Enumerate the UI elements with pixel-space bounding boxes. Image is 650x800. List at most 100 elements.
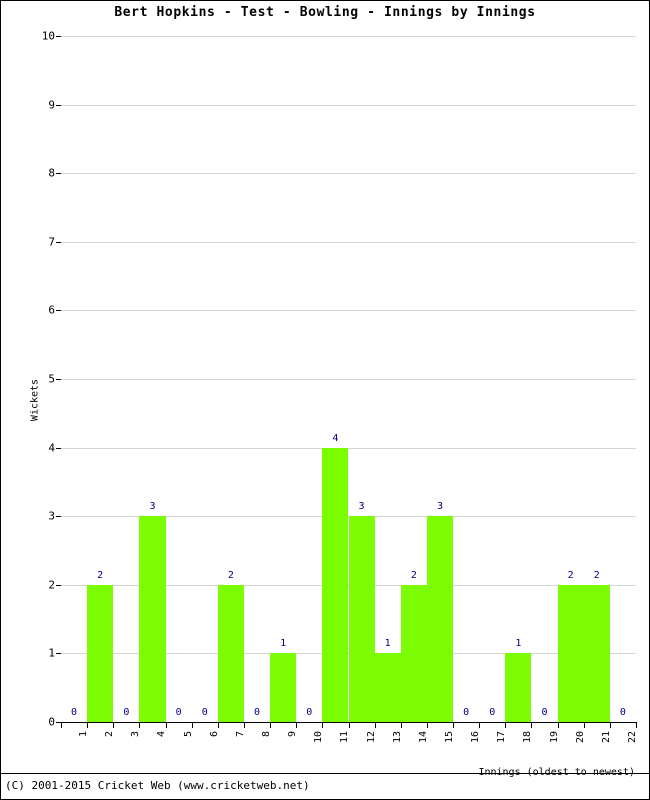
bar-slot[interactable]: 2 <box>217 36 244 722</box>
bar-slot[interactable]: 0 <box>610 36 636 722</box>
x-tick-mark <box>636 722 637 728</box>
bar-slot[interactable]: 0 <box>113 36 139 722</box>
x-tick-label: 21 <box>600 731 612 744</box>
x-tick-mark <box>531 722 533 728</box>
x-tick-label: 3 <box>130 731 142 738</box>
y-tick-label: 4 <box>48 441 55 455</box>
x-tick-label: 10 <box>313 731 325 744</box>
bar-slot[interactable]: 0 <box>192 36 218 722</box>
bar-slot[interactable]: 0 <box>166 36 192 722</box>
bar-slot[interactable]: 0 <box>244 36 270 722</box>
bar-slot[interactable]: 1 <box>374 36 401 722</box>
y-tick-label: 9 <box>48 98 55 112</box>
bar-slot[interactable]: 2 <box>87 36 114 722</box>
x-tick-mark <box>270 722 272 728</box>
bar-slot[interactable]: 0 <box>531 36 557 722</box>
bar-slot[interactable]: 4 <box>322 36 349 722</box>
y-tick-mark <box>56 516 61 518</box>
x-tick-label: 19 <box>548 731 560 744</box>
bar-value-label: 1 <box>280 638 287 650</box>
bar-slot[interactable]: 0 <box>479 36 505 722</box>
y-tick-label: 10 <box>41 29 55 43</box>
bar-slot[interactable]: 0 <box>453 36 479 722</box>
x-tick-label: 4 <box>156 731 168 738</box>
x-tick-label: 17 <box>496 731 508 744</box>
bar[interactable] <box>348 516 375 722</box>
y-tick-label: 1 <box>48 646 55 660</box>
bar-value-label: 2 <box>410 569 417 581</box>
chart-title: Bert Hopkins - Test - Bowling - Innings … <box>114 5 536 20</box>
bar[interactable] <box>139 516 166 722</box>
bar[interactable] <box>270 653 297 722</box>
bar-value-label: 1 <box>515 638 522 650</box>
bar-slot[interactable]: 0 <box>61 36 87 722</box>
bar-slot[interactable]: 1 <box>505 36 532 722</box>
y-tick-mark <box>56 584 61 586</box>
bar-value-label: 0 <box>541 707 548 718</box>
y-tick-mark <box>56 447 61 449</box>
x-tick-mark <box>113 722 115 728</box>
y-tick-mark <box>56 310 61 312</box>
bar[interactable] <box>557 584 584 722</box>
x-tick-label: 7 <box>234 731 246 738</box>
chart-page: Bert Hopkins - Test - Bowling - Innings … <box>0 0 650 800</box>
y-tick-mark <box>56 379 61 380</box>
x-tick-label: 15 <box>443 731 455 744</box>
bar-slot[interactable]: 2 <box>583 36 610 722</box>
y-tick-mark <box>56 173 61 175</box>
x-tick-mark <box>453 722 455 728</box>
bar[interactable] <box>400 584 427 722</box>
bar-slot[interactable]: 1 <box>270 36 297 722</box>
bar-slot[interactable]: 3 <box>426 36 454 722</box>
footer-divider <box>1 773 649 774</box>
bar[interactable] <box>374 653 401 722</box>
y-tick-label: 2 <box>48 578 55 592</box>
bar-value-label: 3 <box>149 501 156 513</box>
bar[interactable] <box>322 447 349 722</box>
x-tick-label: 14 <box>417 731 429 744</box>
bar[interactable] <box>87 584 114 722</box>
bar[interactable] <box>583 584 610 722</box>
x-tick-label: 12 <box>365 731 377 744</box>
y-tick-label: 7 <box>48 235 55 249</box>
x-tick-mark <box>217 722 219 728</box>
x-tick-mark <box>87 722 89 728</box>
x-tick-mark <box>191 722 193 728</box>
x-tick-label: 22 <box>626 731 638 744</box>
bar-value-label: 0 <box>489 707 496 718</box>
x-tick-mark <box>426 722 428 728</box>
bar-slot[interactable]: 3 <box>348 36 375 722</box>
y-tick-mark <box>56 104 61 106</box>
y-tick-mark <box>56 36 61 37</box>
x-tick-mark <box>165 722 167 728</box>
bar-value-label: 0 <box>254 707 261 718</box>
x-tick-mark <box>61 722 62 728</box>
x-tick-label: 13 <box>391 731 403 744</box>
bar[interactable] <box>505 653 532 722</box>
x-tick-mark <box>348 722 350 728</box>
bar-value-label: 3 <box>358 501 365 513</box>
x-tick-label: 8 <box>261 731 273 738</box>
bar-slot[interactable]: 2 <box>557 36 584 722</box>
bar-value-label: 0 <box>123 707 130 718</box>
x-tick-mark <box>479 722 481 728</box>
x-tick-label: 6 <box>208 731 220 738</box>
bar-value-label: 1 <box>384 638 391 650</box>
bar-value-label: 0 <box>175 707 182 718</box>
bar-value-label: 0 <box>201 707 208 718</box>
y-tick-label: 5 <box>48 372 55 386</box>
x-tick-mark <box>374 722 376 728</box>
bar[interactable] <box>217 584 244 722</box>
x-tick-mark <box>322 722 324 728</box>
bar-value-label: 0 <box>463 707 470 718</box>
bar[interactable] <box>426 516 454 722</box>
x-tick-label: 11 <box>339 731 351 744</box>
x-tick-label: 18 <box>522 731 534 744</box>
x-tick-mark <box>583 722 585 728</box>
y-tick-label: 6 <box>48 303 55 317</box>
bar-slot[interactable]: 2 <box>400 36 427 722</box>
bar-slot[interactable]: 0 <box>296 36 322 722</box>
x-tick-mark <box>557 722 559 728</box>
x-tick-label: 2 <box>104 731 116 738</box>
bar-slot[interactable]: 3 <box>139 36 166 722</box>
